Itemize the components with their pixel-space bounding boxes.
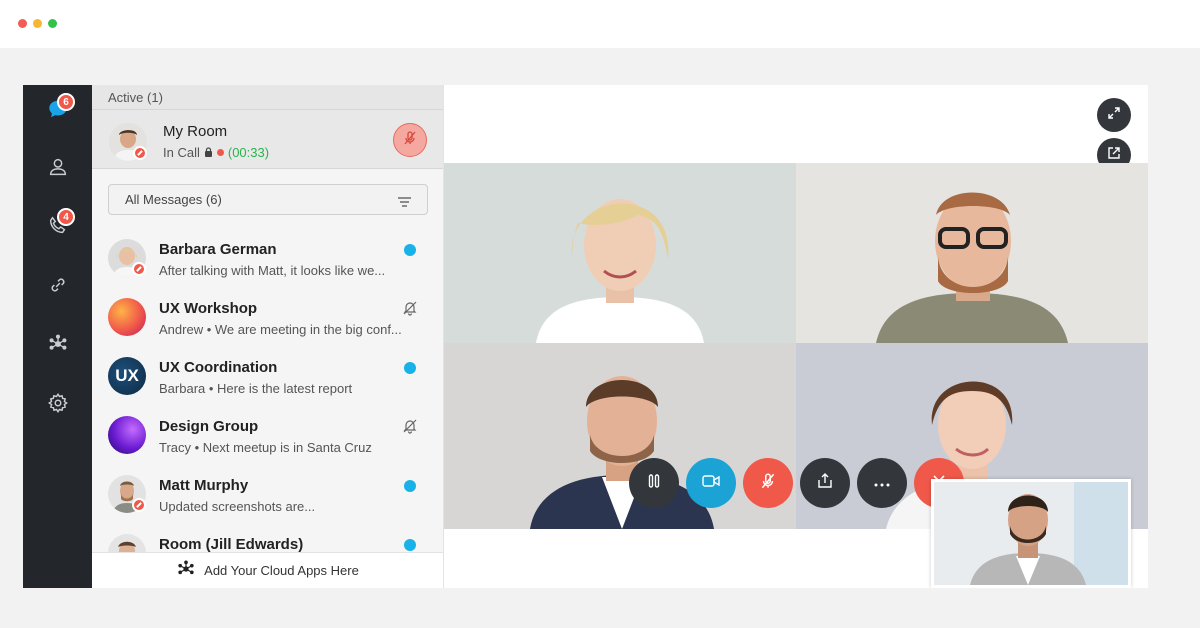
apps-hub-icon	[47, 333, 69, 360]
list-item[interactable]: Barbara German After talking with Matt, …	[92, 232, 443, 291]
conversation-preview: Tracy • Next meetup is in Santa Cruz	[159, 440, 372, 455]
room-status: In Call (00:33)	[163, 145, 269, 160]
recording-dot-icon	[216, 149, 224, 156]
conversation-preview: Barbara • Here is the latest report	[159, 381, 353, 396]
conversation-list: Barbara German After talking with Matt, …	[92, 232, 443, 552]
video-toggle-button[interactable]	[686, 458, 736, 508]
participant-video	[796, 163, 1148, 343]
list-item[interactable]: Matt Murphy Updated screenshots are...	[92, 468, 443, 527]
notifications-muted-icon	[402, 300, 418, 316]
rail-item-links[interactable]	[23, 267, 92, 307]
settings-icon	[47, 392, 69, 419]
window-titlebar	[0, 0, 1200, 48]
rail-item-calls[interactable]: 4	[23, 208, 92, 248]
participant-video-tile[interactable]	[796, 163, 1148, 343]
conversation-preview: Updated screenshots are...	[159, 499, 316, 514]
avatar: UX	[108, 357, 146, 395]
list-item[interactable]: UX UX Coordination Barbara • Here is the…	[92, 350, 443, 409]
conversation-name: Barbara German	[159, 241, 277, 258]
call-timer: (00:33)	[227, 145, 270, 160]
presence-status-icon	[132, 498, 146, 512]
conversation-name: Matt Murphy	[159, 477, 249, 494]
hold-call-button[interactable]	[629, 458, 679, 508]
list-item[interactable]: Design Group Tracy • Next meetup is in S…	[92, 409, 443, 468]
rail-item-contacts[interactable]	[23, 149, 92, 189]
video-camera-icon	[701, 473, 721, 494]
avatar	[108, 416, 146, 454]
conversation-preview: After talking with Matt, it looks like w…	[159, 263, 386, 278]
mute-button[interactable]	[743, 458, 793, 508]
active-call-row[interactable]: My Room In Call (00:33)	[92, 110, 443, 169]
expand-icon	[1107, 106, 1121, 125]
conversation-name: UX Coordination	[159, 359, 278, 376]
presence-status-icon	[133, 146, 147, 160]
presence-status-icon	[132, 262, 146, 276]
message-filter-dropdown[interactable]: All Messages (6)	[108, 184, 428, 215]
avatar-text: UX	[115, 366, 139, 385]
close-window-dot[interactable]	[18, 19, 27, 28]
self-view-image	[934, 482, 1128, 585]
link-icon	[47, 274, 69, 301]
messages-badge: 6	[57, 93, 75, 111]
rail-item-settings[interactable]	[23, 385, 92, 425]
call-status-text: In Call	[163, 145, 200, 160]
conversation-name: Design Group	[159, 418, 259, 435]
notifications-muted-icon	[402, 418, 418, 434]
rail-item-apps[interactable]	[23, 326, 92, 366]
calls-badge: 4	[57, 208, 75, 226]
conversation-name: UX Workshop	[159, 300, 258, 317]
nav-rail: 6 4	[23, 85, 92, 588]
minimize-window-dot[interactable]	[33, 19, 42, 28]
lock-icon	[204, 145, 213, 160]
unread-indicator	[404, 244, 416, 256]
mic-muted-icon	[402, 130, 418, 151]
filter-label: All Messages (6)	[125, 192, 222, 207]
list-item[interactable]: UX Workshop Andrew • We are meeting in t…	[92, 291, 443, 350]
unmute-button[interactable]	[393, 123, 427, 157]
contacts-icon	[47, 156, 69, 183]
unread-indicator	[404, 539, 416, 551]
active-section-header: Active (1)	[92, 85, 443, 110]
room-name: My Room	[163, 123, 228, 140]
add-cloud-apps-link[interactable]: Add Your Cloud Apps Here	[92, 552, 443, 588]
avatar	[108, 298, 146, 336]
add-cloud-apps-label: Add Your Cloud Apps Here	[204, 563, 359, 578]
unread-indicator	[404, 480, 416, 492]
list-item[interactable]: Room (Jill Edwards)	[92, 527, 443, 552]
pop-out-icon	[1107, 146, 1121, 165]
share-screen-button[interactable]	[800, 458, 850, 508]
call-controls	[629, 458, 964, 508]
mic-muted-icon	[759, 472, 777, 495]
rail-item-messages[interactable]: 6	[23, 91, 92, 131]
more-options-button[interactable]	[857, 458, 907, 508]
unread-indicator	[404, 362, 416, 374]
avatar	[108, 534, 146, 552]
maximize-window-dot[interactable]	[48, 19, 57, 28]
video-stage	[444, 85, 1148, 588]
fullscreen-button[interactable]	[1097, 98, 1131, 132]
conversation-panel: Active (1) My Room In Call (00:33) All M…	[92, 85, 444, 588]
conversation-preview: Andrew • We are meeting in the big conf.…	[159, 322, 402, 337]
participant-video-tile[interactable]	[444, 163, 796, 343]
pause-icon	[646, 473, 662, 494]
filter-icon	[398, 195, 411, 210]
app-window: 6 4 Active (1) My Room In Call (00:33) A…	[23, 85, 1148, 588]
participant-video	[444, 163, 796, 343]
conversation-name: Room (Jill Edwards)	[159, 536, 304, 552]
self-view-video[interactable]	[931, 479, 1131, 588]
share-screen-icon	[816, 472, 834, 495]
more-icon	[873, 474, 891, 492]
apps-hub-icon	[176, 559, 196, 582]
